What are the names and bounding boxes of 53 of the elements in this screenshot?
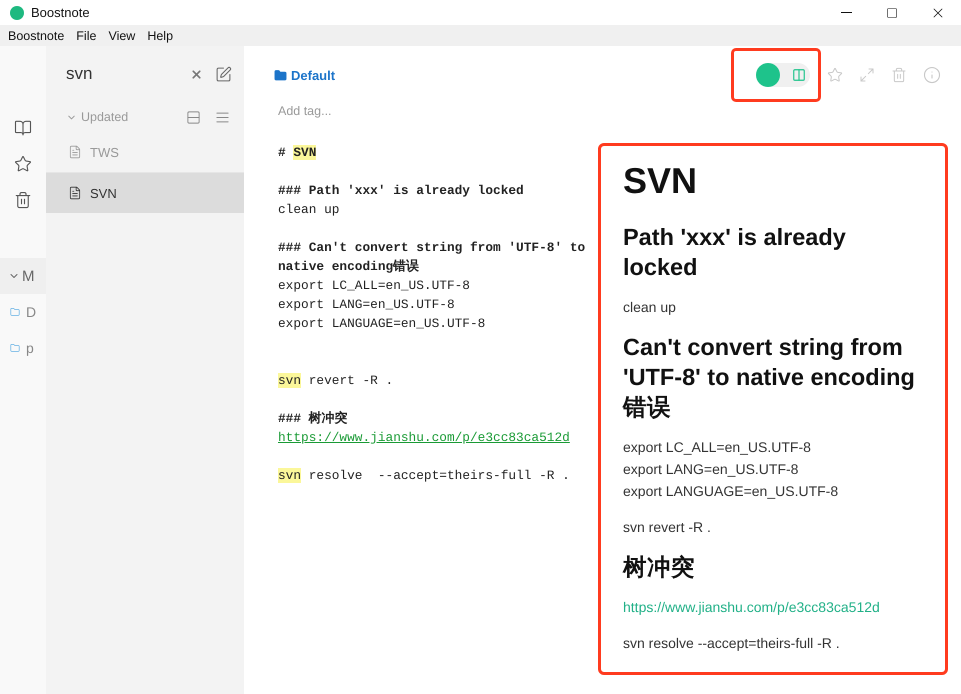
preview-heading: 树冲突 — [623, 553, 696, 582]
list-icon — [215, 110, 230, 124]
code-line: export LANGUAGE=en_US.UTF-8 — [278, 315, 486, 333]
storage-label[interactable]: M — [22, 268, 34, 284]
code-line: export LC_ALL=en_US.UTF-8 — [278, 277, 471, 295]
preview-heading: Can't convert string from 'UTF-8' to native encoding错误 — [623, 333, 916, 422]
menu-item[interactable]: File — [70, 28, 102, 42]
document-icon — [68, 145, 82, 159]
menu-item[interactable]: Boostnote — [2, 28, 70, 42]
folder-icon — [274, 68, 287, 82]
menu-item[interactable]: View — [102, 28, 142, 42]
window-title: Boostnote — [31, 5, 91, 20]
star-icon — [827, 67, 843, 83]
sort-dropdown[interactable]: Updated — [66, 110, 182, 124]
maximize-icon — [886, 6, 898, 18]
document-icon — [68, 186, 82, 200]
clear-icon — [190, 68, 203, 80]
code-line: ### 树冲突 — [278, 410, 349, 428]
code-line: export LANG=en_US.UTF-8 — [278, 296, 456, 314]
code-line: ### Can't convert string from 'UTF-8' to — [278, 239, 586, 257]
rows-icon — [186, 110, 201, 124]
preview-title: SVN — [623, 160, 698, 202]
code-line: clean up — [278, 201, 340, 219]
book-icon — [14, 119, 32, 137]
menu-item[interactable]: Help — [141, 28, 180, 42]
code-line: ### Path 'xxx' is already locked — [278, 182, 525, 200]
preview-paragraph: svn revert -R . — [623, 518, 712, 537]
preview-toggle[interactable] — [756, 63, 810, 87]
note-item[interactable]: SVN — [46, 173, 244, 213]
preview-paragraph: clean up — [623, 298, 677, 317]
trash-icon — [891, 67, 907, 83]
code-line: svn revert -R . — [278, 372, 394, 390]
code-line: svn resolve --accept=theirs-full -R . — [278, 467, 571, 485]
search-field[interactable]: svn — [66, 64, 190, 84]
code-link[interactable]: https://www.jianshu.com/p/e3cc83ca512d — [278, 428, 598, 447]
folder-label[interactable]: p — [26, 340, 34, 356]
minimize-icon — [840, 12, 852, 13]
info-icon — [923, 66, 941, 84]
folder-label[interactable]: D — [26, 304, 36, 320]
preview-heading: Path 'xxx' is already locked — [623, 223, 847, 282]
expand-icon — [859, 67, 875, 83]
code-line: native encoding错误 — [278, 258, 420, 276]
trash-icon — [14, 191, 32, 209]
star-icon — [14, 155, 32, 173]
preview-link[interactable]: https://www.jianshu.com/p/e3cc83ca512d — [623, 596, 923, 618]
preview-paragraph: svn resolve --accept=theirs-full -R . — [623, 634, 841, 653]
preview-paragraph: export LC_ALL=en_US.UTF-8 export LANG=en_US.UTF-8 export LANGUAGE=en_US.UTF-8 — [623, 438, 840, 501]
folder-icon — [10, 343, 20, 353]
app-logo — [10, 6, 24, 20]
code-line: # SVN — [278, 144, 318, 162]
folder-icon — [10, 307, 20, 317]
folder-link[interactable]: Default — [274, 68, 731, 82]
edit-icon — [215, 66, 232, 82]
